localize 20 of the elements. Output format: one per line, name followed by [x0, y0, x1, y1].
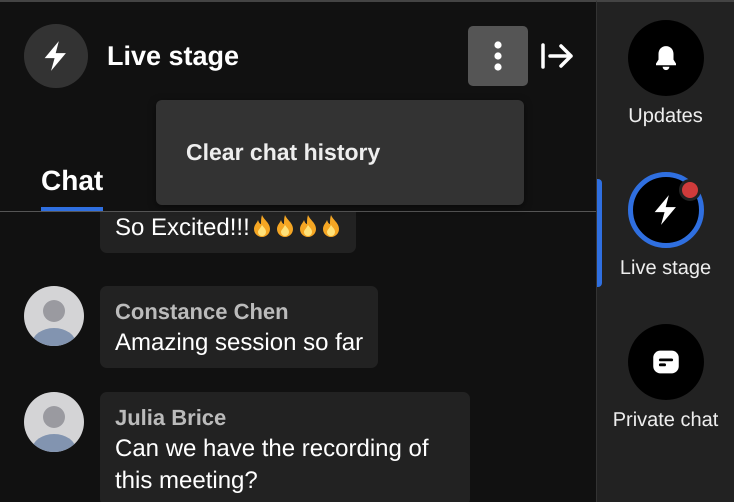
message-text: So Excited!!!	[115, 214, 250, 241]
message-text: Amazing session so far	[115, 329, 364, 356]
notification-dot	[678, 179, 700, 201]
fire-icon	[320, 214, 341, 238]
fire-icon	[274, 214, 295, 238]
fire-icon	[252, 214, 272, 238]
message-text: Can we have the recording of this meeting?	[115, 435, 429, 494]
menu-item[interactable]: Clear chat history	[156, 139, 380, 166]
more-button[interactable]	[468, 26, 528, 86]
exit-button[interactable]	[540, 42, 574, 70]
nav-label[interactable]: Private chat	[612, 409, 718, 432]
tab[interactable]: Chat	[41, 165, 104, 211]
exit-icon	[540, 42, 574, 70]
more-icon	[494, 41, 502, 71]
sender-name: Constance Chen	[115, 298, 290, 326]
nav-label[interactable]: Live stage	[620, 257, 712, 280]
nav-label[interactable]: Updates	[628, 105, 703, 128]
panel-title: Live stage	[107, 40, 240, 72]
fire-icon	[298, 214, 318, 238]
sender-name: Julia Brice	[115, 404, 228, 432]
